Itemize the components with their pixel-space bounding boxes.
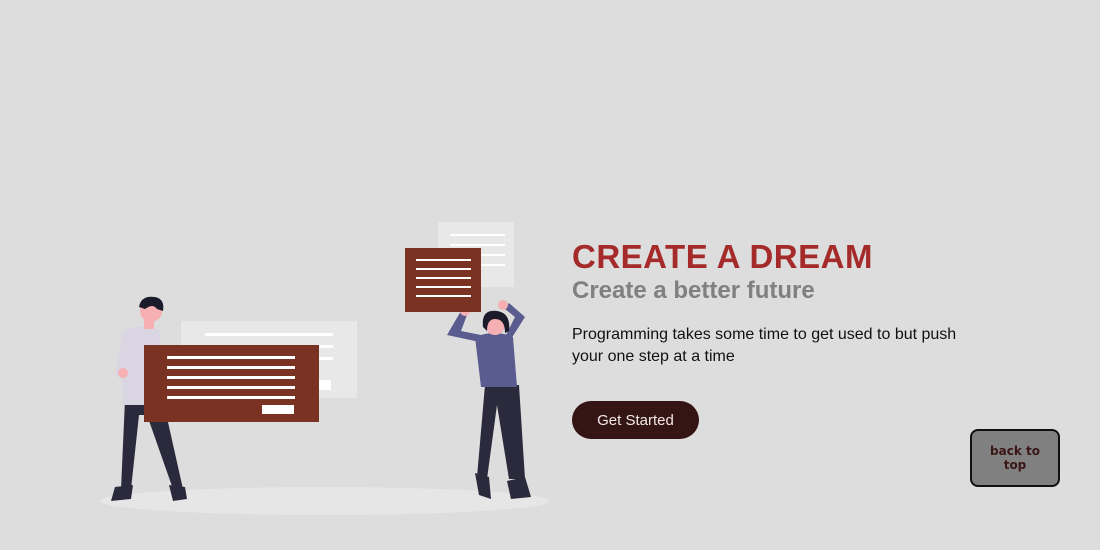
woman-figure: [447, 300, 531, 499]
main-document-card: [144, 345, 319, 422]
woman-hand-right: [498, 300, 508, 310]
hero-description: Programming takes some time to get used …: [572, 326, 957, 365]
hero-section: CREATE A DREAM Create a better future Pr…: [0, 0, 1100, 550]
hero-content: CREATE A DREAM Create a better future Pr…: [572, 238, 992, 439]
hero-title: CREATE A DREAM: [572, 238, 873, 275]
hero-subtitle: Create a better future: [572, 277, 815, 304]
people-documents-illustration: [100, 222, 550, 515]
man-hand: [118, 368, 128, 378]
get-started-button[interactable]: Get Started: [572, 401, 699, 439]
back-to-top-button[interactable]: back to top: [970, 429, 1060, 487]
small-document-card: [405, 248, 481, 312]
